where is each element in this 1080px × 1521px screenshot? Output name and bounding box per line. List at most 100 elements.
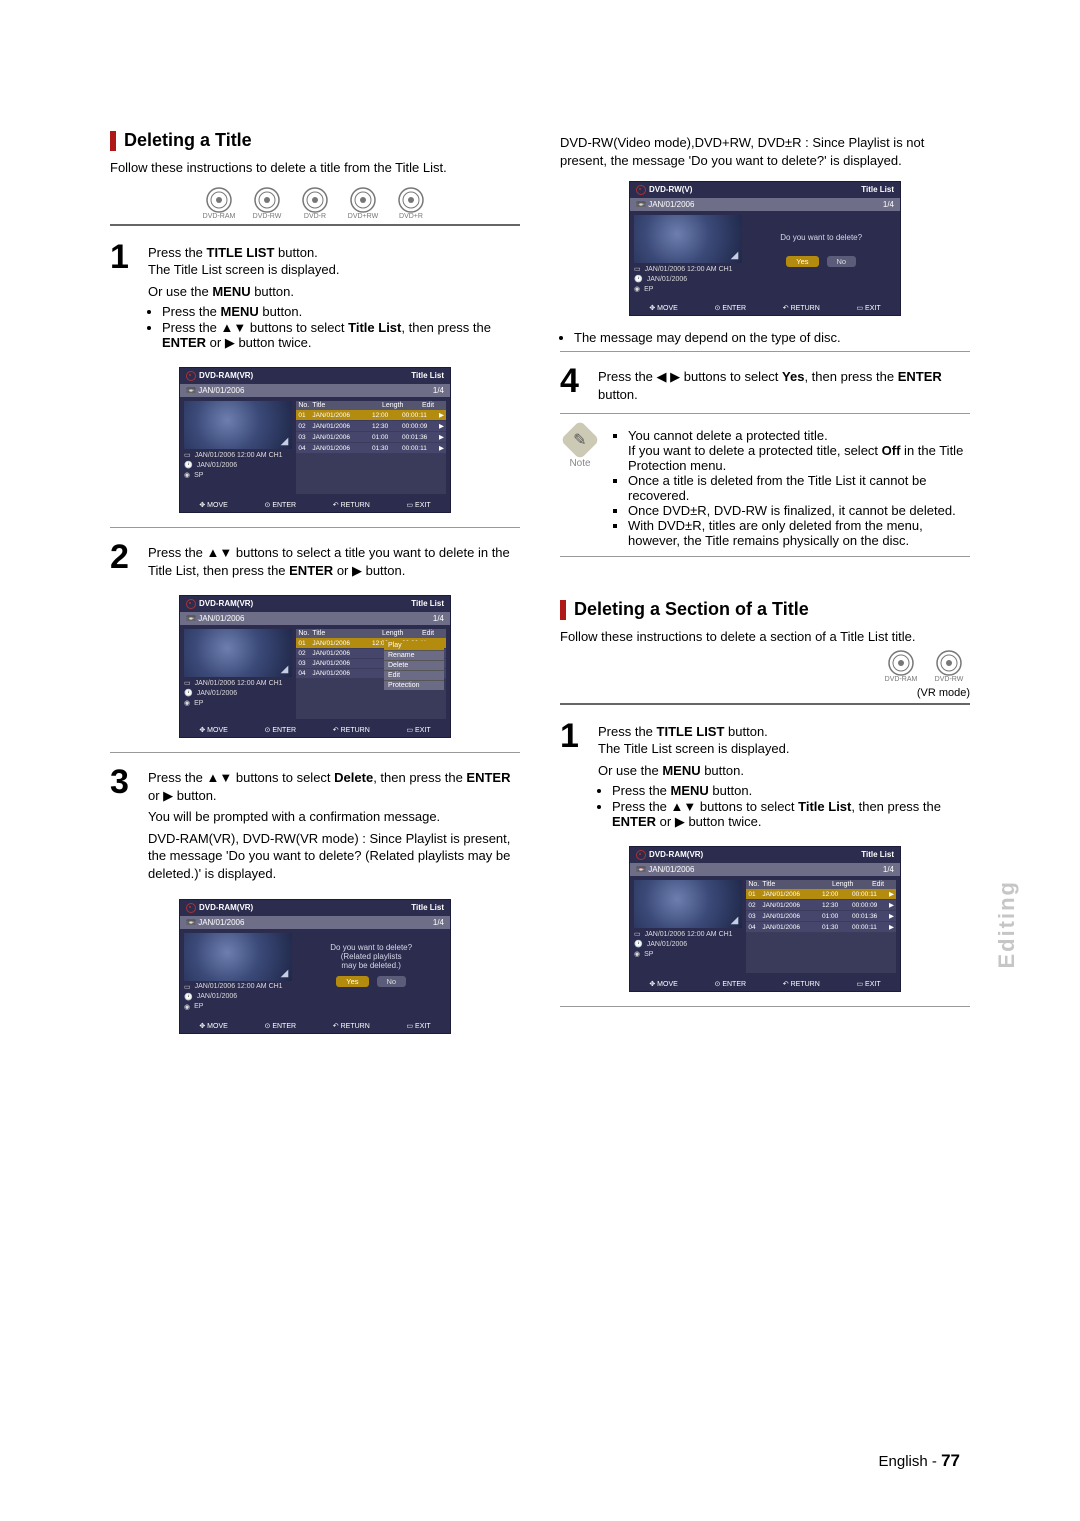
list-row: 01JAN/01/200612:0000:00:11▶: [746, 889, 896, 900]
txt: or ▶ button.: [148, 788, 217, 803]
dvd-rw-label: DVD-RW: [935, 676, 964, 683]
screenshot-delete-confirm-vr: DVD-RAM(VR)Title List 📼 JAN/01/20061/4 ▭…: [179, 899, 451, 1034]
heading-marker-icon: [560, 600, 566, 620]
list-empty: [296, 454, 446, 494]
info-quality: ◉ SP: [184, 471, 292, 479]
txt: button.: [724, 724, 767, 739]
txt: Title List: [348, 320, 401, 335]
txt: button.: [251, 284, 294, 299]
dvd-r-icon: DVD-R: [294, 187, 336, 220]
yes-button: Yes: [336, 976, 368, 987]
bullet: Press the ▲▼ buttons to select Title Lis…: [612, 799, 970, 830]
screen-footer: ✥ MOVE⊙ ENTER↶ RETURN▭ EXIT: [180, 723, 450, 737]
two-column-layout: Deleting a Title Follow these instructio…: [110, 130, 970, 1048]
dialog-text: (Related playlists: [302, 952, 440, 961]
info-quality: ◉ SP: [634, 950, 742, 958]
step-3: 3 Press the ▲▼ buttons to select Delete,…: [110, 765, 520, 886]
dvd-ram-icon: DVD-RAM: [880, 650, 922, 683]
menu-rename: Rename: [384, 650, 444, 660]
divider: [560, 351, 970, 352]
txt: Press the ◀ ▶ buttons to select: [598, 369, 782, 384]
vr-mode-label: (VR mode): [560, 687, 970, 699]
section2-step1-bullets: Press the MENU button. Press the ▲▼ butt…: [598, 783, 970, 830]
txt: MENU: [662, 763, 700, 778]
txt: Yes: [782, 369, 804, 384]
txt: DVD-RAM(VR), DVD-RW(VR mode) : Since Pla…: [148, 830, 520, 883]
list-row: 03JAN/01/200601:0000:01:36▶: [746, 911, 896, 922]
txt: The Title List screen is displayed.: [598, 741, 789, 756]
dvd-ram-label: DVD-RAM: [203, 213, 236, 220]
yes-button: Yes: [786, 256, 818, 267]
thumbnail: [184, 933, 292, 981]
txt: or ▶ button.: [333, 563, 405, 578]
device-label: DVD-RW(V): [649, 185, 692, 194]
screenshot-title-list-1: DVD-RAM(VR)Title List 📼 JAN/01/20061/4 ▭…: [179, 367, 451, 513]
device-label: DVD-RAM(VR): [199, 371, 253, 380]
list-row: 02JAN/01/200612:3000:00:09▶: [746, 900, 896, 911]
info-date: 🕐 JAN/01/2006: [184, 689, 292, 697]
txt: TITLE LIST: [657, 724, 725, 739]
step-1: 1 Press the TITLE LIST button. The Title…: [110, 240, 520, 356]
no-button: No: [827, 256, 857, 267]
txt: You will be prompted with a confirmation…: [148, 808, 520, 826]
right-column: DVD-RW(Video mode),DVD+RW, DVD±R : Since…: [560, 130, 970, 1048]
info-quality: ◉ EP: [184, 1003, 292, 1011]
dialog-text: Do you want to delete?: [302, 943, 440, 952]
delete-dialog: Do you want to delete? Yes No: [746, 215, 896, 277]
step-2: 2 Press the ▲▼ buttons to select a title…: [110, 540, 520, 583]
info-date: 🕐 JAN/01/2006: [634, 275, 742, 283]
dvd-rw-label: DVD-RW: [253, 213, 282, 220]
menu-play: Play: [384, 641, 444, 650]
note-item: Once DVD±R, DVD-RW is finalized, it cann…: [628, 503, 970, 518]
step-1-body: Press the TITLE LIST button. The Title L…: [148, 240, 520, 356]
thumbnail: [184, 401, 292, 449]
thumbnail: [634, 880, 742, 928]
txt: Delete: [334, 770, 373, 785]
txt: , then press the: [401, 320, 491, 335]
date: JAN/01/2006: [198, 614, 244, 623]
date: JAN/01/2006: [648, 200, 694, 209]
footer-sep: -: [928, 1453, 941, 1470]
deleting-title-intro: Follow these instructions to delete a ti…: [110, 159, 520, 177]
screenshot-title-list-section2: DVD-RAM(VR)Title List 📼 JAN/01/20061/4 ▭…: [629, 846, 901, 992]
page-indicator: 1/4: [433, 614, 444, 623]
divider: [560, 703, 970, 705]
txt: ENTER: [898, 369, 942, 384]
page-indicator: 1/4: [433, 918, 444, 927]
menu-protection: Protection: [384, 680, 444, 690]
step-2-body: Press the ▲▼ buttons to select a title y…: [148, 540, 520, 583]
info-date: 🕐 JAN/01/2006: [184, 993, 292, 1001]
note-block: ✎ Note You cannot delete a protected tit…: [560, 426, 970, 550]
page-indicator: 1/4: [433, 386, 444, 395]
screen-title: Title List: [861, 185, 894, 195]
dvd-ram-label: DVD-RAM: [885, 676, 918, 683]
left-column: Deleting a Title Follow these instructio…: [110, 130, 520, 1048]
txt: Press the ▲▼ buttons to select: [162, 320, 348, 335]
step-4: 4 Press the ◀ ▶ buttons to select Yes, t…: [560, 364, 970, 407]
note-body: You cannot delete a protected title. If …: [610, 426, 970, 550]
step-3-number: 3: [110, 765, 138, 799]
list-row: 04JAN/01/200601:3000:00:11▶: [296, 443, 446, 454]
section2-step-1-number: 1: [560, 719, 588, 753]
msg-depend-bullet: The message may depend on the type of di…: [560, 330, 970, 345]
info-quality: ◉ EP: [184, 699, 292, 707]
list-header: No.TitleLengthEdit: [296, 401, 446, 410]
step-1-number: 1: [110, 240, 138, 274]
info-quality: ◉ EP: [634, 285, 742, 293]
txt: , then press the: [804, 369, 897, 384]
list-row: 02JAN/01/200612:3000:00:09▶: [296, 421, 446, 432]
txt: or ▶ button twice.: [206, 335, 311, 350]
divider: [560, 1006, 970, 1007]
section-deleting-title-heading: Deleting a Title: [110, 130, 520, 151]
txt: Or use the: [598, 763, 662, 778]
dvd-rw-icon: DVD-RW: [928, 650, 970, 683]
dvd-plus-r-label: DVD+R: [399, 213, 423, 220]
device-label: DVD-RAM(VR): [199, 599, 253, 608]
divider: [110, 224, 520, 226]
dvd-r-label: DVD-R: [304, 213, 326, 220]
txt: ENTER: [466, 770, 510, 785]
dvd-rw-icon: DVD-RW: [246, 187, 288, 220]
step-3-body: Press the ▲▼ buttons to select Delete, t…: [148, 765, 520, 886]
record-icon: [636, 850, 646, 860]
bullet: Press the ▲▼ buttons to select Title Lis…: [162, 320, 520, 351]
